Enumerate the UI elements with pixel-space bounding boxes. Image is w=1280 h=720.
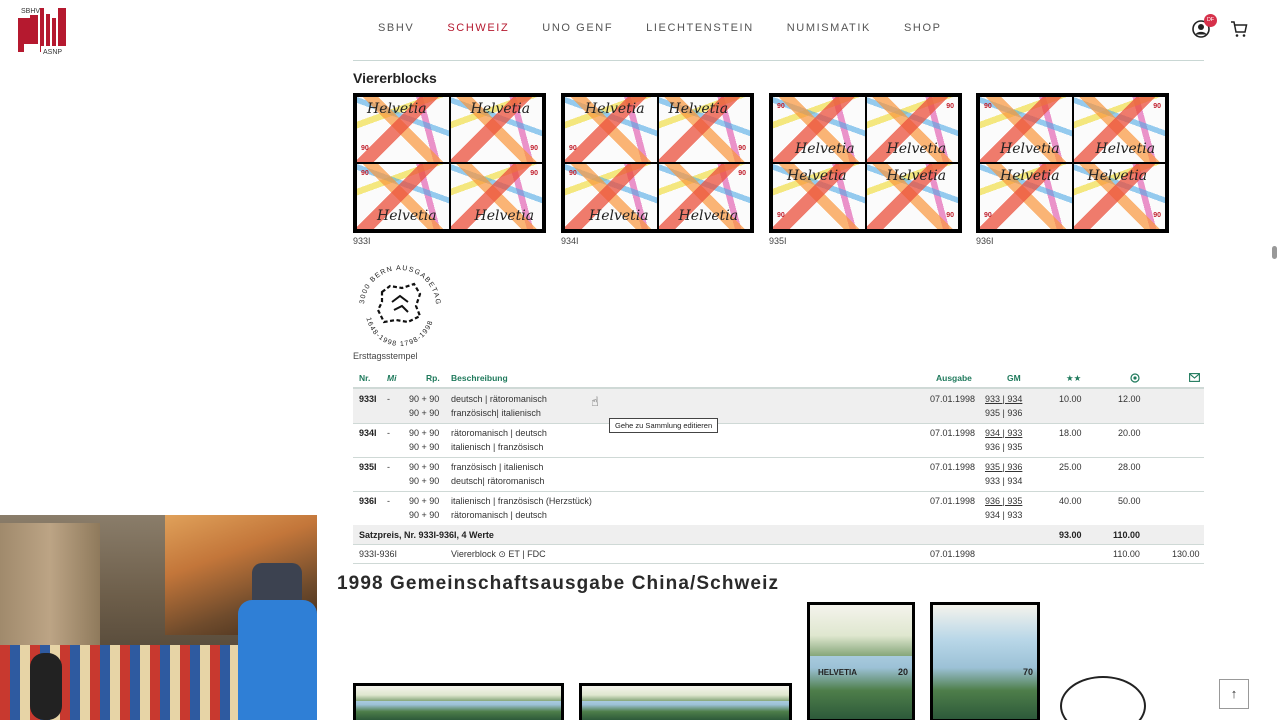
stamp-chillon-70[interactable]: 70 <box>930 602 1040 720</box>
page: SBHV ASNP SBHV SCHWEIZ UNO GENF LIECHTEN… <box>0 0 1280 720</box>
section-title-viererblocks: Viererblocks <box>353 70 437 86</box>
webcam-overlay <box>0 515 317 720</box>
col-header-gm: GM <box>1007 373 1021 383</box>
stamp-caption-934i: 934I <box>561 236 579 246</box>
fdc-row[interactable]: 933I-936I Viererblock ⊙ ET | FDC 07.01.1… <box>353 544 1204 563</box>
nav-schweiz[interactable]: SCHWEIZ <box>447 22 509 34</box>
stamp-china-20[interactable]: HELVETIA 20 <box>807 602 915 720</box>
header-actions: DF <box>1192 14 1248 40</box>
cart-icon[interactable] <box>1230 20 1248 38</box>
main-navigation: SBHV SCHWEIZ UNO GENF LIECHTENSTEIN NUMI… <box>378 22 975 34</box>
header-divider <box>353 60 1204 61</box>
top-navigation-bar: SBHV ASNP SBHV SCHWEIZ UNO GENF LIECHTEN… <box>0 0 1280 60</box>
gm-link[interactable]: 934 | 933 <box>985 428 1022 438</box>
first-day-postmark[interactable]: 3000 BERN AUSGABETAG 1.1.1998 1648-1998 … <box>356 262 444 346</box>
sbhv-logo[interactable]: SBHV ASNP <box>16 4 70 56</box>
stamp-block-934i[interactable]: Helvetia 90 Helvetia 90 Helvetia 90 Helveti… <box>561 93 754 233</box>
account-button[interactable]: DF <box>1192 14 1217 40</box>
mouse-cursor-icon: ☝ <box>591 394 599 409</box>
table-row[interactable]: 933I - 90 + 90 90 + 90 deutsch | rätorom… <box>353 389 1204 423</box>
envelope-icon <box>1189 373 1200 382</box>
col-header-mi: Mi <box>387 373 397 383</box>
stamp-block-936i[interactable]: Helvetia 90 Helvetia 90 Helvetia 90 Helveti… <box>976 93 1169 233</box>
stamp-caption-935i: 935I <box>769 236 787 246</box>
nav-uno-genf[interactable]: UNO GENF <box>542 22 613 34</box>
gm-link[interactable]: 935 | 936 <box>985 462 1022 472</box>
col-header-postfrisch: ★★ <box>1066 373 1082 383</box>
gm-link[interactable]: 936 | 935 <box>985 496 1022 506</box>
nav-sbhv[interactable]: SBHV <box>378 22 414 34</box>
col-header-beschreibung: Beschreibung <box>451 373 508 383</box>
gm-link[interactable]: 933 | 934 <box>985 394 1022 404</box>
territet-postmark <box>1060 676 1146 720</box>
col-header-ausgabe: Ausgabe <box>936 373 972 383</box>
stamp-caption-933i: 933I <box>353 236 371 246</box>
table-row[interactable]: 935I - 90 + 90 90 + 90 französisch | ita… <box>353 457 1204 491</box>
nav-shop[interactable]: SHOP <box>904 22 942 34</box>
postmark-text-top: 3000 BERN AUSGABETAG 1.1.1998 <box>356 262 440 306</box>
stamp-china-block-1[interactable] <box>353 683 564 720</box>
user-badge: DF <box>1204 14 1217 27</box>
svg-text:3000 BERN AUSGABETAG 1.1.1998: 3000 BERN AUSGABETAG 1.1.1998 <box>356 262 441 306</box>
circle-dot-icon <box>1130 373 1140 383</box>
col-header-rp: Rp. <box>426 373 440 383</box>
edit-collection-tooltip: Gehe zu Sammlung editieren <box>609 418 719 433</box>
col-header-nr: Nr. <box>359 373 371 383</box>
stamp-block-935i[interactable]: Helvetia 90 Helvetia 90 Helvetia 90 Helveti… <box>769 93 962 233</box>
table-row[interactable]: 934I - 90 + 90 90 + 90 rätoromanisch | d… <box>353 423 1204 457</box>
table-row[interactable]: 936I - 90 + 90 90 + 90 italienisch | fra… <box>353 491 1204 525</box>
scrollbar-thumb[interactable] <box>1272 246 1277 259</box>
stamp-caption-936i: 936I <box>976 236 994 246</box>
logo-top-text: SBHV <box>21 8 40 15</box>
postmark-caption: Ersttagsstempel <box>353 351 418 361</box>
set-price-row: Satzpreis, Nr. 933I-936I, 4 Werte 93.00 … <box>353 525 1204 544</box>
stamp-china-block-2[interactable] <box>579 683 792 720</box>
nav-liechtenstein[interactable]: LIECHTENSTEIN <box>646 22 754 34</box>
back-to-top-button[interactable]: ↑ <box>1219 679 1249 709</box>
section-title-china-schweiz: 1998 Gemeinschaftsausgabe China/Schweiz <box>337 573 780 594</box>
nav-numismatik[interactable]: NUMISMATIK <box>787 22 871 34</box>
stamp-block-933i[interactable]: Helvetia 90 Helvetia 90 Helvetia 90 Helveti… <box>353 93 546 233</box>
logo-bottom-text: ASNP <box>43 49 62 56</box>
